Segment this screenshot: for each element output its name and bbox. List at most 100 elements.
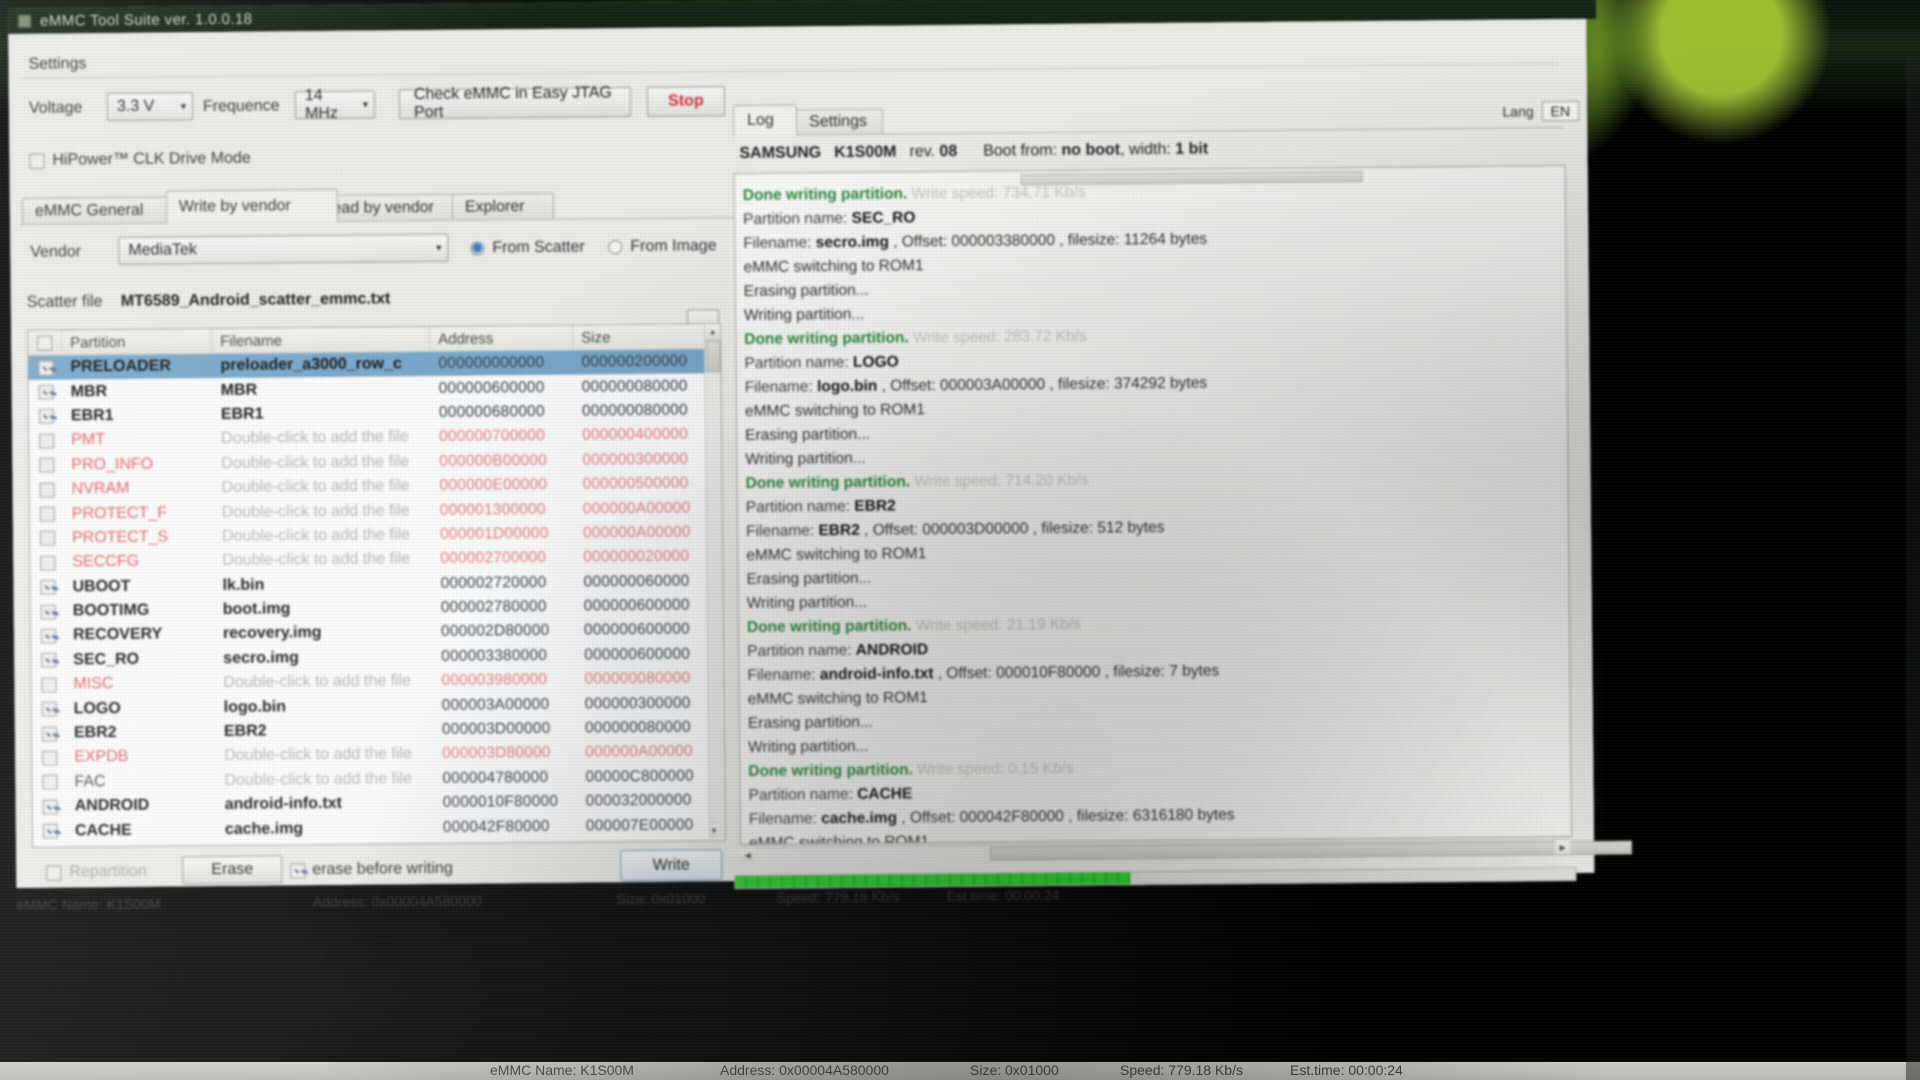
row-checkbox[interactable] (40, 604, 56, 620)
cell-filename[interactable]: recovery.img (215, 623, 433, 643)
vendor-select[interactable]: MediaTek ▼ (118, 233, 449, 265)
row-checkbox[interactable] (41, 774, 58, 791)
row-checkbox[interactable] (39, 530, 55, 547)
scrollbar-thumb[interactable] (706, 340, 721, 373)
voltage-select[interactable]: 3.3 V ▼ (106, 92, 194, 122)
hipower-checkbox[interactable] (29, 153, 45, 169)
scroll-left-icon[interactable]: ◀ (740, 847, 756, 863)
cell-filename[interactable]: Double-click to add the file (215, 672, 433, 692)
row-select-cell[interactable] (30, 530, 64, 547)
radio-from-image-icon[interactable] (608, 240, 623, 255)
cell-filename[interactable]: lk.bin (214, 575, 432, 595)
row-select-cell[interactable] (32, 774, 66, 791)
row-checkbox[interactable] (39, 555, 55, 571)
cell-filename[interactable]: Double-click to add the file (216, 770, 434, 790)
row-checkbox[interactable] (38, 384, 54, 400)
cell-filename[interactable]: logo.bin (216, 697, 434, 717)
row-select-cell[interactable] (29, 457, 63, 473)
row-select-cell[interactable] (33, 823, 67, 839)
cell-filename[interactable]: EBR2 (216, 721, 434, 741)
row-select-cell[interactable] (28, 360, 62, 376)
repartition-row[interactable]: Repartition (46, 863, 147, 882)
frequence-select[interactable]: 14 MHz ▼ (294, 87, 376, 122)
row-select-cell[interactable] (29, 384, 63, 400)
row-checkbox[interactable] (39, 579, 56, 595)
row-select-cell[interactable] (30, 482, 64, 498)
row-select-cell[interactable] (31, 652, 65, 669)
row-checkbox[interactable] (38, 409, 54, 425)
row-checkbox[interactable] (39, 506, 55, 522)
column-partition[interactable]: Partition (62, 329, 213, 355)
source-from-scatter-option[interactable]: From Scatter (470, 238, 585, 257)
select-all-cell[interactable] (28, 330, 63, 355)
cell-filename[interactable]: EBR1 (213, 404, 431, 424)
row-select-cell[interactable] (32, 750, 66, 766)
row-select-cell[interactable] (31, 628, 65, 644)
cell-filename[interactable]: Double-click to add the file (213, 453, 431, 473)
language-selector[interactable]: Lang EN (1502, 100, 1580, 122)
log-output[interactable]: Done writing partition. Write speed: 734… (733, 165, 1573, 846)
row-checkbox[interactable] (41, 701, 57, 717)
cell-filename[interactable]: Double-click to add the file (213, 428, 431, 448)
cell-filename[interactable]: Double-click to add the file (216, 745, 434, 765)
row-checkbox[interactable] (42, 799, 58, 815)
radio-from-scatter-icon[interactable] (470, 241, 485, 256)
cell-filename[interactable]: boot.img (215, 599, 433, 619)
row-checkbox[interactable] (40, 628, 56, 644)
row-select-cell[interactable] (31, 604, 65, 620)
row-checkbox[interactable] (39, 482, 55, 498)
row-select-cell[interactable] (32, 701, 66, 717)
scroll-down-icon[interactable]: ▼ (709, 822, 718, 839)
cell-filename[interactable]: Double-click to add the file (214, 526, 432, 546)
cell-filename[interactable]: Double-click to add the file (214, 477, 432, 497)
cell-filename[interactable]: secro.img (215, 648, 433, 668)
erase-button[interactable]: Erase (182, 855, 283, 885)
row-checkbox[interactable] (40, 652, 56, 669)
log-hscroll-thumb[interactable] (990, 840, 1633, 861)
row-checkbox[interactable] (42, 823, 58, 839)
lang-value[interactable]: EN (1541, 100, 1580, 122)
status-item: Speed: 779.18 Kb/s (776, 888, 900, 906)
column-size[interactable]: Size (573, 324, 714, 350)
tab-log[interactable]: Log (732, 104, 798, 137)
scroll-up-icon[interactable]: ▲ (705, 324, 721, 341)
source-from-image-option[interactable]: From Image (608, 237, 717, 256)
row-checkbox[interactable] (41, 750, 57, 766)
cell-filename[interactable]: cache.img (217, 819, 435, 839)
row-checkbox[interactable] (38, 433, 54, 449)
scroll-right-icon[interactable]: ▶ (1555, 840, 1571, 855)
row-select-cell[interactable] (29, 409, 63, 425)
row-checkbox[interactable] (37, 360, 54, 376)
cell-filename[interactable]: Double-click to add the file (214, 501, 432, 521)
row-select-cell[interactable] (29, 433, 63, 449)
row-select-cell[interactable] (32, 726, 66, 742)
tab-log-settings[interactable]: Settings (795, 108, 884, 135)
scatter-file-value[interactable]: MT6589_Android_scatter_emmc.txt (121, 290, 391, 310)
row-select-cell[interactable] (30, 555, 64, 571)
erase-before-writing-checkbox[interactable] (290, 862, 306, 878)
row-checkbox[interactable] (41, 726, 57, 742)
row-checkbox[interactable] (40, 677, 57, 693)
row-select-cell[interactable] (30, 506, 64, 522)
cell-filename[interactable]: MBR (213, 380, 431, 400)
cell-filename[interactable]: preloader_a3000_row_c (212, 355, 430, 375)
erase-before-writing-row[interactable]: erase before writing (290, 860, 453, 880)
column-filename[interactable]: Filename (212, 326, 431, 354)
tab-emmc-general[interactable]: eMMC General (21, 196, 175, 224)
repartition-checkbox[interactable] (46, 865, 62, 881)
row-select-cell[interactable] (31, 677, 65, 693)
column-address[interactable]: Address (430, 325, 574, 351)
tab-explorer[interactable]: Explorer (451, 192, 555, 220)
write-button[interactable]: Write (620, 849, 723, 882)
row-select-cell[interactable] (30, 579, 64, 595)
row-checkbox[interactable] (38, 457, 54, 473)
select-all-checkbox[interactable] (37, 335, 53, 351)
stop-button[interactable]: Stop (646, 86, 726, 117)
cell-filename[interactable]: android-info.txt (217, 794, 435, 814)
cell-filename[interactable]: Double-click to add the file (214, 550, 432, 570)
cell-filename[interactable]: userdata.img (217, 843, 435, 848)
check-emmc-button[interactable]: Check eMMC in Easy JTAG Port (398, 84, 632, 121)
hipower-clk-drive-row[interactable]: HiPower™ CLK Drive Mode (29, 150, 251, 170)
row-select-cell[interactable] (33, 799, 67, 815)
tab-write-by-vendor[interactable]: Write by vendor (165, 188, 339, 224)
